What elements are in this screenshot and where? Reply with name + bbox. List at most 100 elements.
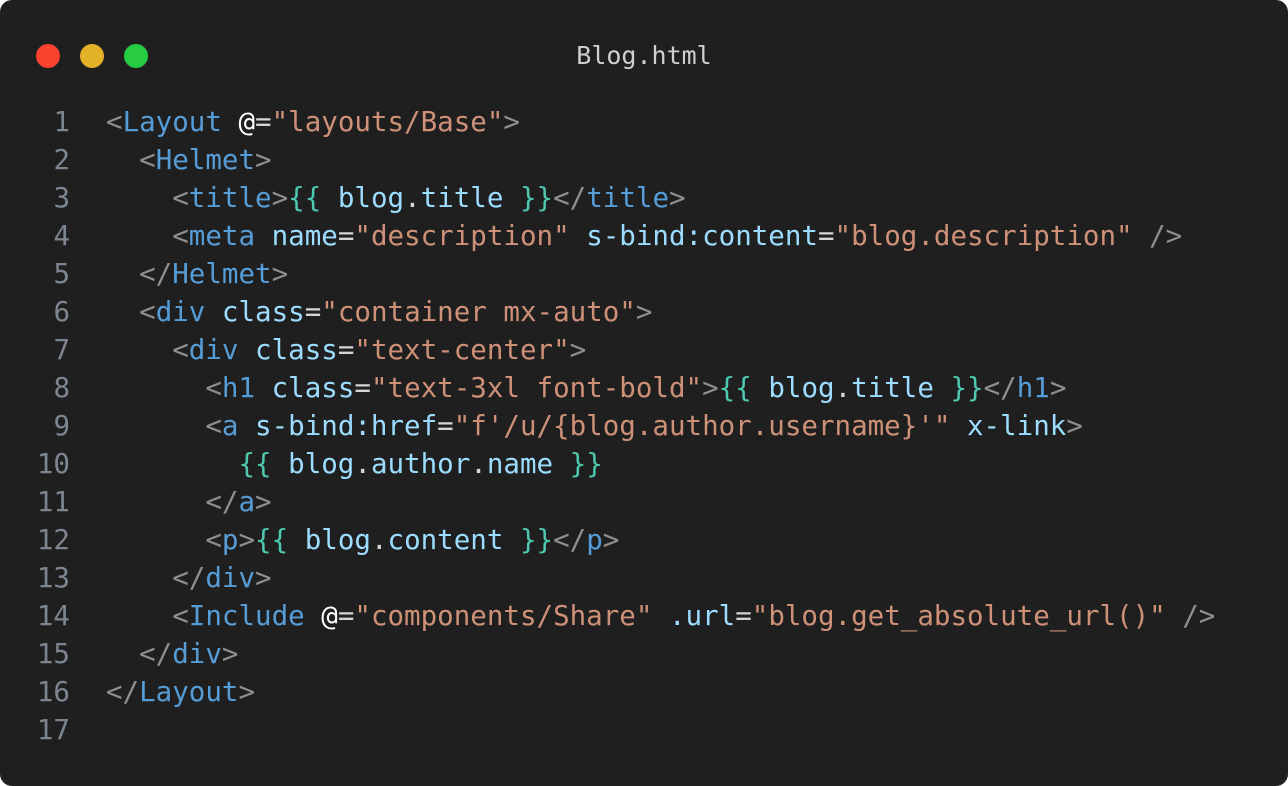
code-token: author: [370, 448, 471, 480]
code-token: }}: [569, 448, 603, 480]
code-token: >: [221, 638, 239, 670]
line-number: 14: [36, 600, 70, 632]
code-token: </: [106, 676, 140, 708]
code-token: .: [370, 524, 388, 556]
code-token: >: [702, 372, 719, 404]
code-token: "text-center": [354, 334, 570, 366]
code-token: <: [106, 106, 123, 138]
code-token: {{: [718, 372, 752, 404]
code-token: "blog.description": [834, 220, 1133, 252]
code-text: <meta name="description" s-bind:content=…: [106, 217, 1182, 255]
code-token: .: [404, 182, 421, 214]
code-editor[interactable]: 1 <Layout @="layouts/Base"> 2 <Helmet> 3 <t…: [0, 103, 1288, 749]
code-token: />: [1149, 220, 1183, 252]
code-text: <title>{{ blog.title }}</title>: [106, 179, 685, 217]
code-token: </: [553, 524, 587, 556]
code-text: <div class="text-center">: [106, 331, 586, 369]
code-line: 9 <a s-bind:href="f'/u/{blog.author.user…: [0, 407, 1288, 445]
code-token: =: [337, 334, 355, 366]
code-token: "components/Share": [354, 600, 653, 632]
code-token: "description": [354, 220, 570, 252]
code-token: s-bind:href: [255, 410, 438, 442]
code-token: div: [188, 334, 239, 366]
line-number: 5: [53, 258, 70, 290]
code-token: />: [1182, 600, 1216, 632]
code-token: </: [553, 182, 587, 214]
code-line: 2 <Helmet>: [0, 141, 1288, 179]
code-token: "container mx-auto": [321, 296, 636, 328]
code-line: 6 <div class="container mx-auto">: [0, 293, 1288, 331]
code-token: <: [205, 410, 222, 442]
code-token: <: [172, 182, 189, 214]
code-text: {{ blog.author.name }}: [106, 445, 603, 483]
code-token: }}: [950, 372, 984, 404]
code-token: .url: [668, 600, 736, 632]
code-token: class: [271, 372, 355, 404]
window-title: Blog.html: [576, 41, 712, 70]
code-text: <Helmet>: [106, 141, 272, 179]
code-token: {{: [238, 448, 272, 480]
code-token: =: [817, 220, 835, 252]
code-token: }}: [520, 182, 554, 214]
code-token: >: [271, 258, 289, 290]
code-token: h1: [1016, 372, 1050, 404]
code-token: </: [172, 562, 206, 594]
code-line: 17: [0, 711, 1288, 749]
code-token: =: [304, 296, 322, 328]
code-line: 15 </div>: [0, 635, 1288, 673]
code-text: </a>: [106, 483, 271, 521]
code-token: </: [205, 486, 239, 518]
code-token: >: [569, 334, 587, 366]
code-token: >: [602, 524, 620, 556]
code-token: title: [851, 372, 934, 404]
code-line: 7 <div class="text-center">: [0, 331, 1288, 369]
code-token: =: [735, 600, 752, 632]
code-token: }}: [519, 524, 554, 556]
code-token: title: [420, 182, 504, 214]
code-text: <Include @="components/Share" .url="blog…: [106, 597, 1215, 635]
code-window: Blog.html 1 <Layout @="layouts/Base"> 2 <H…: [0, 0, 1288, 786]
code-text: </Helmet>: [106, 255, 288, 293]
code-token: blog: [288, 448, 355, 480]
line-number: 4: [53, 220, 70, 252]
code-text: </div>: [106, 635, 238, 673]
code-line: 3 <title>{{ blog.title }}</title>: [0, 179, 1288, 217]
code-token: <: [205, 524, 222, 556]
code-token: .: [354, 448, 371, 480]
code-token: >: [1049, 372, 1067, 404]
code-token: Helmet: [172, 258, 272, 290]
code-text: <a s-bind:href="f'/u/{blog.author.userna…: [106, 407, 1083, 445]
code-token: div: [155, 296, 206, 328]
code-token: "text-3xl font-bold": [370, 372, 703, 404]
code-text: <Layout @="layouts/Base">: [106, 103, 520, 141]
line-number: 15: [36, 638, 70, 670]
code-token: <: [139, 296, 156, 328]
code-token: <: [172, 220, 189, 252]
line-number: 7: [53, 334, 70, 366]
code-text: <p>{{ blog.content }}</p>: [106, 521, 619, 559]
code-token: class: [221, 296, 305, 328]
line-number: 9: [53, 410, 70, 442]
code-token: <: [172, 334, 189, 366]
code-text: <h1 class="text-3xl font-bold">{{ blog.t…: [106, 369, 1066, 407]
code-token: "layouts/Base": [271, 106, 504, 138]
code-token: </: [983, 372, 1017, 404]
code-token: Include: [188, 600, 305, 632]
code-token: >: [255, 144, 272, 176]
